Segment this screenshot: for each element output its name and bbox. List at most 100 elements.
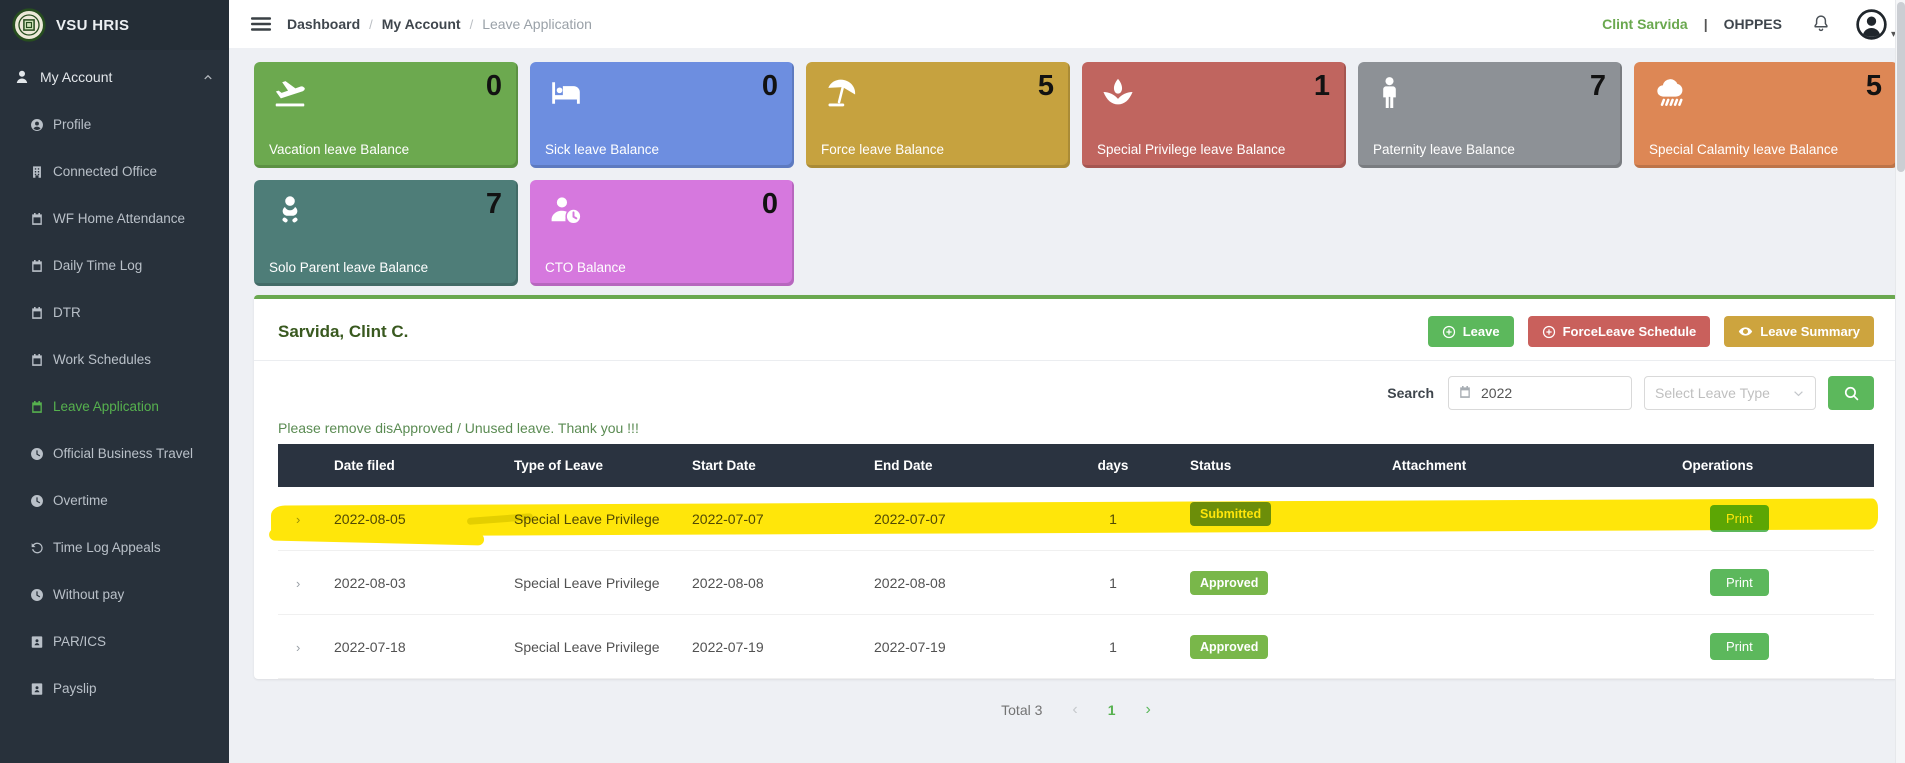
button-label: ForceLeave Schedule <box>1563 324 1697 339</box>
row-expander-icon[interactable]: › <box>290 512 300 527</box>
leave-type-select[interactable]: Select Leave Type <box>1644 376 1816 410</box>
print-button[interactable]: Print <box>1710 633 1769 660</box>
pagination-total: Total 3 <box>1001 702 1042 718</box>
row-expander-icon[interactable]: › <box>290 576 300 591</box>
sidebar-item-label: DTR <box>53 305 81 320</box>
eye-icon <box>1738 324 1753 339</box>
col-type-of-leave: Type of Leave <box>502 444 680 487</box>
card-solo-parent-leave: 7 Solo Parent leave Balance <box>254 180 518 286</box>
cell-days: 1 <box>1048 487 1178 551</box>
sidebar-item-label: Daily Time Log <box>53 258 142 273</box>
cell-attachment <box>1380 551 1670 615</box>
card-force-leave: 5 Force leave Balance <box>806 62 1070 168</box>
sidebar-item-profile[interactable]: Profile <box>0 101 229 148</box>
sidebar-item-overtime[interactable]: Overtime <box>0 477 229 524</box>
card-label: Solo Parent leave Balance <box>269 260 428 275</box>
clock-icon <box>30 588 44 602</box>
calendar-icon <box>30 212 44 226</box>
sidebar-section-label: My Account <box>40 69 112 85</box>
cell-start-date: 2022-08-08 <box>680 551 862 615</box>
notification-bell-icon[interactable] <box>1810 13 1832 35</box>
cell-end-date: 2022-08-08 <box>862 551 1048 615</box>
baby-icon <box>269 193 311 234</box>
clock-icon <box>30 447 44 461</box>
card-value: 7 <box>1590 70 1606 103</box>
sidebar-item-connected-office[interactable]: Connected Office <box>0 148 229 195</box>
table-row: › 2022-08-03 Special Leave Privilege 202… <box>278 551 1874 615</box>
breadcrumb-separator: / <box>470 17 474 32</box>
user-name: Clint Sarvida <box>1602 16 1688 32</box>
breadcrumb-my-account[interactable]: My Account <box>382 16 461 32</box>
cell-type-of-leave: Special Leave Privilege <box>502 615 680 679</box>
card-special-privilege-leave: 1 Special Privilege leave Balance <box>1082 62 1346 168</box>
sidebar-item-par-ics[interactable]: PAR/ICS <box>0 618 229 665</box>
sidebar-section-my-account[interactable]: My Account <box>0 50 229 101</box>
plus-circle-icon <box>1542 325 1556 339</box>
leave-summary-button[interactable]: Leave Summary <box>1724 316 1874 347</box>
card-value: 1 <box>1314 70 1330 103</box>
scrollbar-track[interactable] <box>1895 0 1905 763</box>
row-expander-icon[interactable]: › <box>290 640 300 655</box>
cell-date-filed: 2022-08-05 <box>322 487 502 551</box>
chevron-down-icon <box>1792 387 1805 400</box>
sidebar-item-wf-home-attendance[interactable]: WF Home Attendance <box>0 195 229 242</box>
pagination-prev-icon[interactable]: ‹ <box>1072 701 1077 719</box>
sidebar-item-label: Time Log Appeals <box>53 540 161 555</box>
chevron-up-icon <box>201 70 215 84</box>
hamburger-menu-icon[interactable] <box>249 12 273 36</box>
sidebar-item-daily-time-log[interactable]: Daily Time Log <box>0 242 229 289</box>
sidebar-item-label: Leave Application <box>53 399 159 414</box>
sidebar-item-work-schedules[interactable]: Work Schedules <box>0 336 229 383</box>
id-card-icon <box>30 635 44 649</box>
card-label: Special Privilege leave Balance <box>1097 142 1285 157</box>
plus-circle-icon <box>1442 325 1456 339</box>
page-title: Sarvida, Clint C. <box>278 322 408 342</box>
select-placeholder: Select Leave Type <box>1655 385 1770 401</box>
topbar: Dashboard / My Account / Leave Applicati… <box>229 0 1905 48</box>
sidebar-item-official-business-travel[interactable]: Official Business Travel <box>0 430 229 477</box>
print-button[interactable]: Print <box>1710 569 1769 596</box>
card-label: Paternity leave Balance <box>1373 142 1515 157</box>
history-icon <box>30 541 44 555</box>
sidebar-item-time-log-appeals[interactable]: Time Log Appeals <box>0 524 229 571</box>
vsu-logo <box>12 8 46 42</box>
scrollbar-thumb[interactable] <box>1897 2 1905 172</box>
card-label: Vacation leave Balance <box>269 142 409 157</box>
card-value: 5 <box>1038 70 1054 103</box>
avatar[interactable] <box>1856 9 1887 40</box>
sidebar-item-dtr[interactable]: DTR <box>0 289 229 336</box>
sidebar-item-label: Work Schedules <box>53 352 151 367</box>
cell-type-of-leave: Special Leave Privilege <box>502 551 680 615</box>
print-button[interactable]: Print <box>1710 505 1769 532</box>
main-area: Dashboard / My Account / Leave Applicati… <box>229 0 1905 763</box>
card-paternity-leave: 7 Paternity leave Balance <box>1358 62 1622 168</box>
card-cto-balance: 0 CTO Balance <box>530 180 794 286</box>
card-label: CTO Balance <box>545 260 626 275</box>
leave-button[interactable]: Leave <box>1428 316 1514 347</box>
table-row: › 2022-07-18 Special Leave Privilege 202… <box>278 615 1874 679</box>
sidebar-item-without-pay[interactable]: Without pay <box>0 571 229 618</box>
status-badge: Submitted <box>1190 502 1271 526</box>
calendar-icon <box>30 259 44 273</box>
forceleave-schedule-button[interactable]: ForceLeave Schedule <box>1528 316 1711 347</box>
card-special-calamity-leave: 5 Special Calamity leave Balance <box>1634 62 1898 168</box>
breadcrumb-dashboard[interactable]: Dashboard <box>287 16 360 32</box>
cell-date-filed: 2022-08-03 <box>322 551 502 615</box>
search-icon <box>1843 385 1860 402</box>
sidebar-item-payslip[interactable]: Payslip <box>0 665 229 712</box>
status-badge: Approved <box>1190 635 1268 659</box>
sidebar: VSU HRIS My Account Profile Connected Of… <box>0 0 229 763</box>
sidebar-item-label: Overtime <box>53 493 108 508</box>
search-button[interactable] <box>1828 376 1874 410</box>
leave-table: Date filed Type of Leave Start Date End … <box>278 444 1874 679</box>
pagination-page-1[interactable]: 1 <box>1108 702 1116 718</box>
user-menu[interactable]: ▾ <box>1856 9 1896 40</box>
card-value: 7 <box>486 188 502 221</box>
app-root: VSU HRIS My Account Profile Connected Of… <box>0 0 1905 763</box>
card-value: 0 <box>762 188 778 221</box>
search-year-input[interactable] <box>1448 376 1632 410</box>
pagination-next-icon[interactable]: › <box>1146 701 1151 719</box>
col-end-date: End Date <box>862 444 1048 487</box>
sidebar-item-leave-application[interactable]: Leave Application <box>0 383 229 430</box>
col-attachment: Attachment <box>1380 444 1670 487</box>
